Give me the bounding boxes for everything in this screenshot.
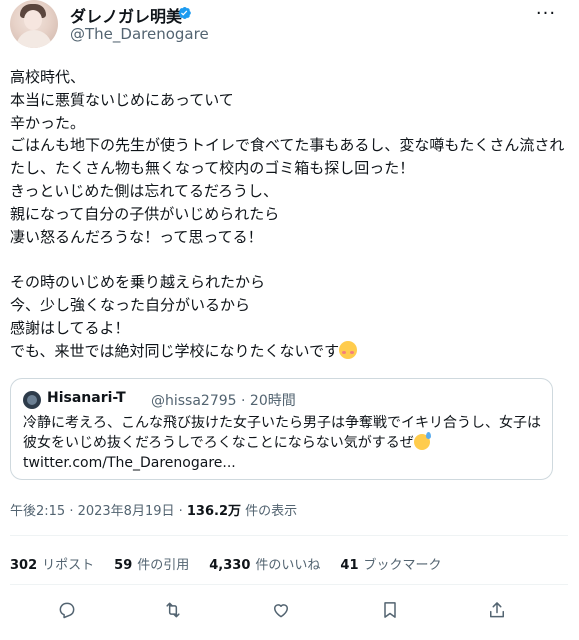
stat-likes-count: 4,330 bbox=[209, 558, 251, 573]
bookmark-icon[interactable] bbox=[378, 598, 402, 622]
stat-reposts-count: 302 bbox=[10, 558, 38, 573]
stat-likes[interactable]: 4,330 件のいいね bbox=[209, 554, 320, 573]
avatar-body bbox=[16, 30, 52, 48]
stat-quotes[interactable]: 59 件の引用 bbox=[114, 554, 189, 573]
stat-bookmarks-label: ブックマーク bbox=[363, 558, 442, 573]
stat-likes-label: 件のいいね bbox=[255, 558, 321, 573]
stat-quotes-count: 59 bbox=[114, 558, 133, 573]
tweet-action-bar bbox=[0, 598, 579, 622]
smiling-face-with-blush-emoji bbox=[339, 340, 358, 359]
stat-reposts-label: リポスト bbox=[42, 558, 95, 573]
quoted-tweet-link[interactable]: twitter.com/The_Darenogare... bbox=[23, 455, 236, 471]
more-options-icon[interactable]: ··· bbox=[534, 2, 558, 24]
quoted-author-handle-time: @hissa2795 · 20時間 bbox=[151, 393, 296, 409]
tweet-header: ダレノガレ明美 @The_Darenogare ··· bbox=[10, 0, 570, 56]
tweet-datetime[interactable]: 午後2:15 · 2023年8月19日 · bbox=[10, 504, 187, 519]
tweet-meta: 午後2:15 · 2023年8月19日 · 136.2万 件の表示 bbox=[10, 500, 297, 519]
views-count: 136.2万 bbox=[186, 504, 242, 519]
share-icon[interactable] bbox=[485, 598, 509, 622]
divider bbox=[10, 584, 568, 585]
like-icon[interactable] bbox=[269, 598, 293, 622]
avatar-face bbox=[24, 10, 42, 30]
quoted-author-avatar bbox=[23, 391, 41, 409]
tweet-text: 高校時代、 本当に悪質ないじめにあっていて 辛かった。 ごはんも地下の先生が使う… bbox=[10, 66, 566, 362]
stat-bookmarks[interactable]: 41 ブックマーク bbox=[340, 554, 441, 573]
reply-icon[interactable] bbox=[55, 598, 79, 622]
author-display-name[interactable]: ダレノガレ明美 bbox=[70, 3, 182, 27]
retweet-icon[interactable] bbox=[161, 598, 185, 622]
verified-badge-icon[interactable] bbox=[176, 5, 192, 21]
stat-quotes-label: 件の引用 bbox=[137, 558, 190, 573]
tweet-text-content: 高校時代、 本当に悪質ないじめにあっていて 辛かった。 ごはんも地下の先生が使う… bbox=[10, 68, 565, 360]
author-handle[interactable]: @The_Darenogare bbox=[70, 25, 209, 43]
grinning-sweat-emoji bbox=[413, 432, 431, 450]
quoted-tweet[interactable]: Hisanari-T @hissa2795 · 20時間 冷静に考えろ、こんな飛… bbox=[10, 378, 553, 480]
quoted-tweet-text: 冷静に考えろ、こんな飛び抜けた女子いたら男子は争奪戦でイキリ合うし、女子は彼女を… bbox=[23, 413, 543, 453]
stat-reposts[interactable]: 302 リポスト bbox=[10, 554, 94, 573]
quoted-author-name: Hisanari-T bbox=[47, 390, 126, 406]
author-avatar[interactable] bbox=[10, 0, 58, 48]
stat-bookmarks-count: 41 bbox=[340, 558, 359, 573]
views-label: 件の表示 bbox=[241, 504, 298, 519]
divider bbox=[10, 535, 568, 536]
quoted-tweet-text-content: 冷静に考えろ、こんな飛び抜けた女子いたら男子は争奪戦でイキリ合うし、女子は彼女を… bbox=[23, 415, 541, 451]
engagement-stats: 302 リポスト 59 件の引用 4,330 件のいいね 41 ブックマーク bbox=[10, 554, 442, 573]
